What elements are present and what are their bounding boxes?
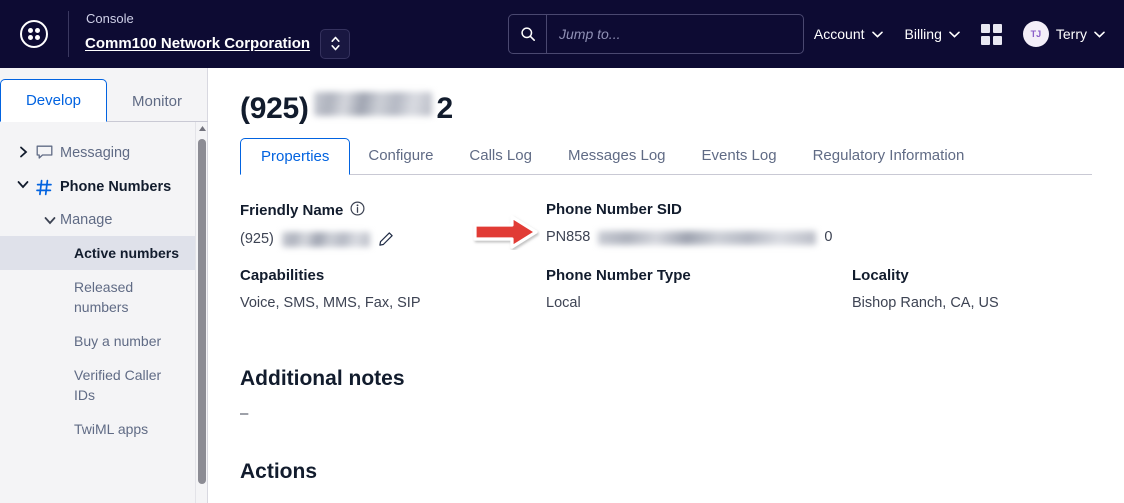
property-phone-number-sid: Phone Number SID PN858 0	[546, 201, 852, 247]
sidebar-tab-monitor-label: Monitor	[131, 93, 183, 110]
capabilities-label-row: Capabilities	[240, 267, 546, 284]
sidebar-group-manage-label: Manage	[60, 212, 113, 228]
phone-number-sid-label-row: Phone Number SID	[546, 201, 852, 218]
page-title-prefix: (925)	[240, 92, 309, 125]
tab-events-log[interactable]: Events Log	[684, 147, 795, 175]
global-search[interactable]	[508, 14, 804, 54]
tab-regulatory-information[interactable]: Regulatory Information	[795, 147, 983, 175]
app-logo-button[interactable]	[0, 0, 68, 68]
avatar: TJ	[1022, 21, 1049, 47]
sidebar-item-messaging-label: Messaging	[60, 145, 131, 161]
locality-label-row: Locality	[852, 267, 1100, 284]
phone-number-type-value: Local	[546, 295, 581, 311]
user-menu[interactable]: TJ Terry	[1012, 13, 1116, 55]
tab-configure[interactable]: Configure	[350, 147, 451, 175]
sidebar-tabs: Develop Monitor	[0, 68, 208, 122]
chevron-down-icon	[871, 31, 883, 38]
scroll-up-arrow-icon[interactable]	[196, 122, 208, 135]
sidebar-item-active-numbers[interactable]: Active numbers	[0, 236, 196, 270]
locality-value: Bishop Ranch, CA, US	[852, 295, 999, 311]
main-tabs: Properties Configure Calls Log Messages …	[240, 138, 1092, 175]
sidebar-item-verified-caller-ids[interactable]: Verified Caller IDs	[0, 358, 196, 412]
info-circle-icon[interactable]	[350, 201, 365, 220]
organization-link[interactable]: Comm100 Network Corporation	[85, 35, 310, 52]
redacted-phone-digits	[313, 92, 432, 116]
search-icon	[509, 15, 547, 53]
chevron-down-icon	[1094, 31, 1105, 38]
capabilities-value: Voice, SMS, MMS, Fax, SIP	[240, 295, 421, 311]
chat-bubble-icon	[32, 143, 60, 160]
properties-grid: Friendly Name (925) Phone Number SID PN8…	[240, 201, 1100, 311]
sidebar: Develop Monitor Messaging Phone Numbers …	[0, 68, 208, 503]
property-locality: Locality Bishop Ranch, CA, US	[852, 267, 1100, 311]
page-title: (925) 2	[208, 68, 1124, 126]
phone-number-sid-suffix: 0	[824, 229, 833, 245]
avatar-initials: TJ	[1030, 29, 1042, 39]
user-menu-label: Terry	[1055, 26, 1087, 42]
property-capabilities: Capabilities Voice, SMS, MMS, Fax, SIP	[240, 267, 546, 311]
top-header: Console Comm100 Network Corporation Acco…	[0, 0, 1124, 68]
capabilities-label: Capabilities	[240, 267, 325, 284]
locality-label: Locality	[852, 267, 909, 284]
console-label: Console	[86, 10, 134, 26]
phone-number-sid-label: Phone Number SID	[546, 201, 682, 218]
sidebar-tab-develop[interactable]: Develop	[0, 79, 107, 122]
account-menu[interactable]: Account	[803, 18, 894, 50]
phone-number-type-label: Phone Number Type	[546, 267, 691, 284]
sidebar-item-phone-numbers-label: Phone Numbers	[60, 179, 172, 195]
page-title-suffix: 2	[436, 92, 454, 125]
main-content: (925) 2 Properties Configure Calls Log M…	[208, 68, 1124, 503]
scrollbar-thumb[interactable]	[198, 139, 206, 484]
sidebar-tab-develop-label: Develop	[25, 92, 82, 109]
friendly-name-value-prefix: (925)	[240, 231, 274, 247]
phone-number-sid-prefix: PN858	[546, 229, 591, 245]
chevron-down-icon	[949, 31, 960, 38]
sidebar-scrollbar[interactable]	[195, 122, 207, 503]
additional-notes-value: –	[240, 405, 249, 422]
additional-notes-heading: Additional notes	[240, 367, 405, 390]
chevron-right-icon[interactable]	[14, 143, 32, 158]
sidebar-item-messaging[interactable]: Messaging	[0, 136, 196, 170]
phone-number-sid-value: PN858 0	[546, 229, 852, 245]
redacted-friendly-name	[281, 231, 370, 247]
sidebar-item-released-numbers[interactable]: Released numbers	[0, 270, 196, 324]
up-down-chevron-icon	[330, 36, 340, 51]
org-switcher-button[interactable]	[320, 28, 351, 59]
account-menu-label: Account	[813, 26, 865, 42]
tab-messages-log[interactable]: Messages Log	[550, 147, 684, 175]
billing-menu[interactable]: Billing	[894, 18, 971, 50]
sidebar-item-phone-numbers[interactable]: Phone Numbers	[0, 170, 196, 204]
property-spacer-row1	[852, 201, 1100, 247]
sidebar-nav: Messaging Phone Numbers Manage Active nu…	[0, 122, 207, 503]
property-phone-number-type: Phone Number Type Local	[546, 267, 852, 311]
friendly-name-label: Friendly Name	[240, 202, 344, 219]
redacted-sid	[598, 231, 817, 245]
chevron-down-icon[interactable]	[40, 216, 60, 225]
chevron-down-icon[interactable]	[14, 177, 32, 189]
red-right-arrow-icon	[473, 215, 538, 249]
tab-properties[interactable]: Properties	[240, 138, 351, 175]
search-input[interactable]	[547, 16, 803, 52]
grid-circle-icon	[20, 20, 48, 48]
sidebar-item-buy-a-number[interactable]: Buy a number	[0, 324, 196, 358]
sidebar-item-twiml-apps[interactable]: TwiML apps	[0, 412, 196, 446]
header-divider	[68, 11, 69, 57]
tab-properties-label: Properties	[261, 148, 330, 165]
console-block: Console Comm100 Network Corporation	[85, 0, 351, 68]
tab-calls-log[interactable]: Calls Log	[451, 147, 550, 175]
header-right-nav: Account Billing TJ Terry	[803, 0, 1116, 68]
actions-heading: Actions	[240, 460, 318, 483]
billing-menu-label: Billing	[904, 26, 942, 42]
apps-grid-button[interactable]	[971, 16, 1012, 53]
apps-grid-icon	[980, 23, 1002, 45]
hash-icon	[32, 177, 60, 196]
pencil-icon[interactable]	[378, 231, 394, 247]
sidebar-tab-monitor[interactable]: Monitor	[107, 93, 207, 122]
phone-number-type-label-row: Phone Number Type	[546, 267, 852, 284]
sidebar-group-manage[interactable]: Manage	[0, 204, 196, 236]
